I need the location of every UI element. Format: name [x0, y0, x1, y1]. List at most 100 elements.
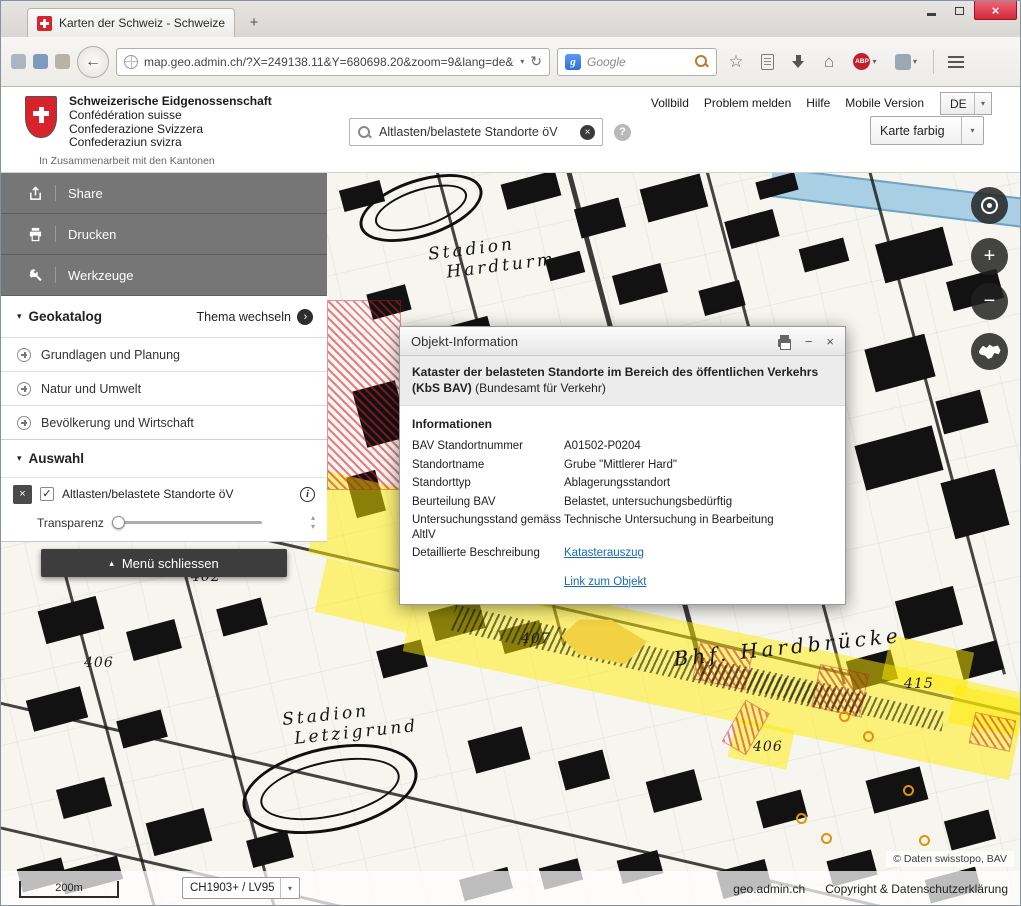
- toolbar-separator: [933, 50, 934, 74]
- divider: [55, 185, 56, 201]
- map-building: [558, 750, 610, 791]
- print-button[interactable]: Drucken: [1, 214, 327, 255]
- org-line: Confédération suisse: [69, 109, 272, 123]
- language-select[interactable]: DE ▾: [940, 92, 992, 115]
- back-button[interactable]: ←: [77, 46, 109, 78]
- popup-print-button[interactable]: [778, 339, 791, 347]
- link-fullscreen[interactable]: Vollbild: [651, 96, 689, 110]
- geolocate-button[interactable]: [971, 187, 1008, 224]
- layer-info-button[interactable]: i: [300, 487, 315, 502]
- contaminated-site-hatch[interactable]: [328, 301, 400, 489]
- map-building: [698, 280, 745, 316]
- map-search-field[interactable]: ×: [349, 118, 603, 146]
- catalog-item-natur[interactable]: Natur und Umwelt: [1, 371, 327, 405]
- popup-minimize-button[interactable]: −: [805, 334, 813, 349]
- divider: [55, 226, 56, 242]
- zoom-out-button[interactable]: −: [971, 283, 1008, 320]
- maximize-button[interactable]: [946, 1, 973, 20]
- expand-plus-icon: [17, 348, 31, 362]
- google-icon: g: [565, 54, 581, 70]
- change-topic-link[interactable]: Thema wechseln ›: [197, 309, 314, 325]
- toolbar-shortcut-icon[interactable]: [11, 54, 26, 69]
- link-mobile-version[interactable]: Mobile Version: [845, 96, 924, 110]
- search-go-icon[interactable]: [694, 54, 709, 69]
- layer-reorder-buttons[interactable]: ▴ ▾: [311, 514, 315, 531]
- info-row: StandorttypAblagerungsstandort: [412, 476, 833, 491]
- site-marker[interactable]: [863, 731, 874, 742]
- catalog-item-label: Natur und Umwelt: [41, 382, 141, 396]
- popup-header[interactable]: Objekt-Information − ×: [400, 327, 845, 356]
- zoom-in-button[interactable]: +: [971, 238, 1008, 275]
- page-header: Schweizerische Eidgenossenschaft Confédé…: [1, 87, 1020, 173]
- chevron-down-icon: ▾: [17, 453, 22, 464]
- catalog-item-bevoelkerung[interactable]: Bevölkerung und Wirtschaft: [1, 405, 327, 439]
- map-building: [935, 390, 988, 435]
- slider-knob[interactable]: [112, 516, 125, 529]
- site-marker[interactable]: [821, 833, 832, 844]
- clear-search-button[interactable]: ×: [580, 125, 595, 140]
- menu-button[interactable]: [944, 50, 968, 74]
- url-bar[interactable]: ▾ ↻: [116, 48, 550, 76]
- info-value: Technische Untersuchung in Bearbeitung: [564, 513, 774, 542]
- remove-layer-button[interactable]: ×: [13, 485, 32, 504]
- move-up-icon[interactable]: ▴: [311, 514, 315, 522]
- geoadmin-link[interactable]: geo.admin.ch: [733, 882, 805, 896]
- reload-icon[interactable]: ↻: [530, 53, 542, 70]
- projection-select[interactable]: CH1903+ / LV95 ▾: [182, 877, 300, 899]
- link-help[interactable]: Hilfe: [806, 96, 830, 110]
- web-search-bar[interactable]: g: [557, 48, 717, 76]
- map-style-value: Karte farbig: [880, 124, 945, 138]
- expand-plus-icon: [17, 416, 31, 430]
- downloads-button[interactable]: [786, 50, 810, 74]
- addon-button[interactable]: ▾: [889, 50, 923, 74]
- selection-header[interactable]: ▾ Auswahl: [1, 439, 327, 477]
- dataset-title: Kataster der belasteten Standorte im Ber…: [412, 365, 818, 395]
- copyright-link[interactable]: Copyright & Datenschutzerklärung: [825, 882, 1008, 896]
- site-marker[interactable]: [839, 711, 850, 722]
- map-building: [501, 173, 562, 210]
- toolbar-shortcut-icon[interactable]: [33, 54, 48, 69]
- navigation-toolbar: ← ▾ ↻ g ☆ ⌂ ABP▾ ▾: [1, 37, 1020, 87]
- layer-checkbox[interactable]: ✓: [40, 487, 54, 501]
- map-search-input[interactable]: [379, 125, 573, 139]
- home-button[interactable]: ⌂: [817, 50, 841, 74]
- map-building: [612, 263, 668, 305]
- move-down-icon[interactable]: ▾: [311, 523, 315, 531]
- search-help-button[interactable]: ?: [614, 124, 631, 141]
- overview-switzerland-button[interactable]: [971, 333, 1008, 370]
- catalog-item-grundlagen[interactable]: Grundlagen und Planung: [1, 337, 327, 371]
- site-marker[interactable]: [796, 813, 807, 824]
- site-marker[interactable]: [903, 785, 914, 796]
- new-tab-button[interactable]: +: [241, 12, 267, 34]
- bookmarks-menu-button[interactable]: [755, 50, 779, 74]
- geocatalog-header[interactable]: ▾ Geokatalog Thema wechseln ›: [1, 296, 327, 337]
- close-window-button[interactable]: ×: [974, 1, 1017, 20]
- popup-close-button[interactable]: ×: [826, 334, 834, 349]
- tools-label: Werkzeuge: [68, 268, 134, 283]
- bookmark-star-button[interactable]: ☆: [724, 50, 748, 74]
- popup-body: Informationen BAV StandortnummerA01502-P…: [400, 406, 845, 604]
- minimize-button[interactable]: [918, 1, 945, 20]
- close-menu-button[interactable]: ▴ Menü schliessen: [41, 549, 287, 577]
- browser-tab[interactable]: Karten der Schweiz - Schweize...: [27, 8, 235, 37]
- url-dropdown-icon[interactable]: ▾: [520, 57, 524, 66]
- toolbar-shortcut-icon[interactable]: [55, 54, 70, 69]
- url-input[interactable]: [144, 55, 514, 69]
- map-building: [56, 777, 112, 819]
- site-marker[interactable]: [919, 835, 930, 846]
- web-search-input[interactable]: [587, 55, 688, 69]
- map-style-select[interactable]: Karte farbig ▾: [870, 116, 984, 145]
- object-link[interactable]: Link zum Objekt: [564, 576, 646, 588]
- info-value: Ablagerungsstandort: [564, 476, 670, 491]
- switzerland-outline-icon: [979, 344, 1001, 359]
- chevron-down-icon: ▾: [961, 117, 983, 144]
- footer-bar: 200m CH1903+ / LV95 ▾ geo.admin.ch Copyr…: [1, 871, 1020, 905]
- info-row: Detaillierte BeschreibungKatasterauszug: [412, 546, 833, 561]
- share-button[interactable]: Share: [1, 173, 327, 214]
- adblock-button[interactable]: ABP▾: [848, 50, 882, 74]
- katasterauszug-link[interactable]: Katasterauszug: [564, 546, 644, 561]
- tools-button[interactable]: Werkzeuge: [1, 255, 327, 296]
- cooperation-note: In Zusammenarbeit mit den Kantonen: [39, 155, 215, 167]
- link-report-problem[interactable]: Problem melden: [704, 96, 791, 110]
- transparency-slider[interactable]: [114, 521, 262, 524]
